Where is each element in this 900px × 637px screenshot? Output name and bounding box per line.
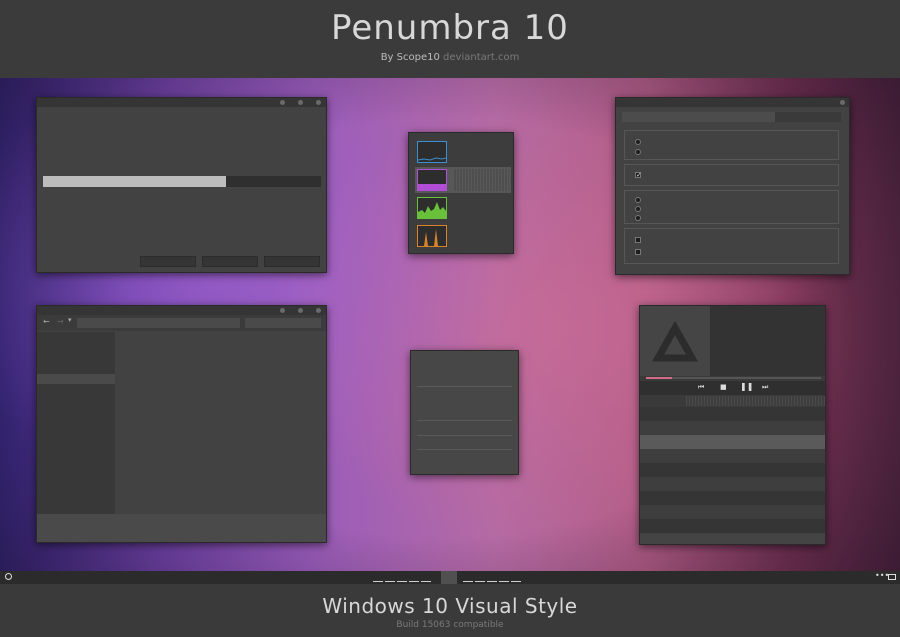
network-graph-area (418, 229, 446, 246)
taskbar-item[interactable] (409, 581, 419, 582)
album-art (640, 306, 710, 376)
progress-bar-fill (43, 176, 227, 187)
dialog-button-1[interactable] (140, 256, 196, 267)
menu-separator (417, 435, 512, 436)
cpu-graph (417, 141, 447, 163)
options-dialog-titlebar[interactable] (616, 98, 849, 107)
checkbox-group-1: ✓ (624, 164, 839, 186)
forward-arrow-icon[interactable]: → (57, 317, 64, 326)
taskbar-item[interactable] (511, 581, 521, 582)
taskbar-item[interactable] (421, 581, 431, 582)
media-info-area (710, 306, 825, 376)
taskbar-item[interactable] (487, 581, 497, 582)
media-logo-icon (651, 320, 699, 362)
menu-separator (417, 386, 512, 387)
taskbar-item[interactable] (373, 581, 383, 582)
pause-icon[interactable]: ❚❚ (740, 382, 753, 391)
byline-site: deviantart.com (443, 52, 520, 63)
taskbar-item[interactable] (463, 581, 473, 582)
file-list-area (115, 332, 326, 515)
progress-window-titlebar[interactable] (37, 98, 326, 107)
playlist-header (686, 396, 825, 406)
start-button-circle-icon[interactable] (5, 573, 12, 580)
performance-panel[interactable] (408, 132, 514, 254)
maximize-button[interactable] (298, 100, 303, 105)
dialog-button-3[interactable] (264, 256, 320, 267)
options-dialog[interactable]: ✓ (615, 97, 850, 275)
perf-item-cpu[interactable] (415, 139, 511, 165)
maximize-button[interactable] (298, 308, 303, 313)
desktop-wallpaper: ✓ ← → ▾ ⏮ ■ ❚❚ ⏭ (0, 78, 900, 571)
radio-option[interactable] (635, 139, 641, 145)
media-statusbar (640, 533, 825, 544)
taskbar-item[interactable] (499, 581, 509, 582)
explorer-titlebar[interactable] (37, 306, 326, 315)
perf-item-memory[interactable] (415, 167, 511, 193)
transport-controls: ⏮ ■ ❚❚ ⏭ (640, 381, 825, 395)
progress-bar (43, 176, 321, 187)
radio-group-2 (624, 190, 839, 224)
radio-option[interactable] (635, 206, 641, 212)
search-box[interactable] (245, 318, 321, 328)
explorer-navbar: ← → ▾ (37, 315, 326, 331)
disk-graph (417, 197, 447, 219)
seek-bar[interactable] (646, 377, 821, 379)
radio-option[interactable] (635, 149, 641, 155)
byline-author: By Scope10 (380, 52, 440, 63)
menu-separator (417, 420, 512, 421)
close-button[interactable] (840, 100, 845, 105)
playlist-row-selected[interactable] (640, 435, 825, 449)
taskbar: ••• (0, 571, 900, 584)
media-player-window[interactable]: ⏮ ■ ❚❚ ⏭ (639, 305, 826, 545)
minimize-button[interactable] (280, 100, 285, 105)
taskbar-item[interactable] (397, 581, 407, 582)
notification-icon[interactable] (888, 574, 896, 580)
footer-subtitle: Build 15063 compatible (396, 620, 504, 630)
dialog-tab-active[interactable] (622, 112, 775, 122)
byline: By Scope10 deviantart.com (0, 52, 900, 63)
context-menu[interactable] (410, 350, 519, 475)
footer-title: Windows 10 Visual Style (322, 594, 578, 618)
next-track-icon[interactable]: ⏭ (762, 383, 768, 392)
disk-graph-area (418, 202, 446, 218)
menu-separator (417, 449, 512, 450)
network-graph (417, 225, 447, 247)
checkbox[interactable] (635, 237, 641, 243)
minimize-button[interactable] (280, 308, 285, 313)
back-arrow-icon[interactable]: ← (43, 317, 50, 326)
perf-item-disk[interactable] (415, 195, 511, 221)
perf-item-network[interactable] (415, 223, 511, 249)
navigation-pane (37, 332, 115, 515)
details-pane (37, 514, 326, 542)
previous-track-icon[interactable]: ⏮ (698, 383, 704, 392)
checkbox-checked[interactable]: ✓ (635, 172, 642, 179)
nav-pane-item-selected[interactable] (37, 374, 115, 384)
checkbox-group-2 (624, 228, 839, 264)
taskbar-item[interactable] (475, 581, 485, 582)
memory-pattern (453, 169, 509, 191)
taskbar-item[interactable] (385, 581, 395, 582)
radio-option[interactable] (635, 215, 641, 221)
playlist (640, 407, 825, 533)
dialog-button-2[interactable] (202, 256, 258, 267)
checkbox[interactable] (635, 249, 641, 255)
close-button[interactable] (316, 100, 321, 105)
chevron-down-icon[interactable]: ▾ (68, 316, 72, 324)
seek-bar-fill (646, 377, 673, 379)
memory-graph (417, 169, 447, 191)
explorer-window[interactable]: ← → ▾ (36, 305, 327, 543)
cpu-graph-line (417, 157, 447, 161)
memory-graph-fill (418, 184, 446, 190)
address-bar[interactable] (77, 318, 240, 328)
header: Penumbra 10 By Scope10 deviantart.com (0, 0, 900, 78)
stop-icon[interactable]: ■ (720, 383, 727, 391)
taskbar-active-item[interactable] (441, 571, 457, 584)
progress-window[interactable] (36, 97, 327, 273)
close-button[interactable] (316, 308, 321, 313)
page-title: Penumbra 10 (331, 8, 569, 48)
radio-group-1 (624, 130, 839, 160)
dialog-tab[interactable] (775, 112, 841, 122)
radio-option[interactable] (635, 197, 641, 203)
